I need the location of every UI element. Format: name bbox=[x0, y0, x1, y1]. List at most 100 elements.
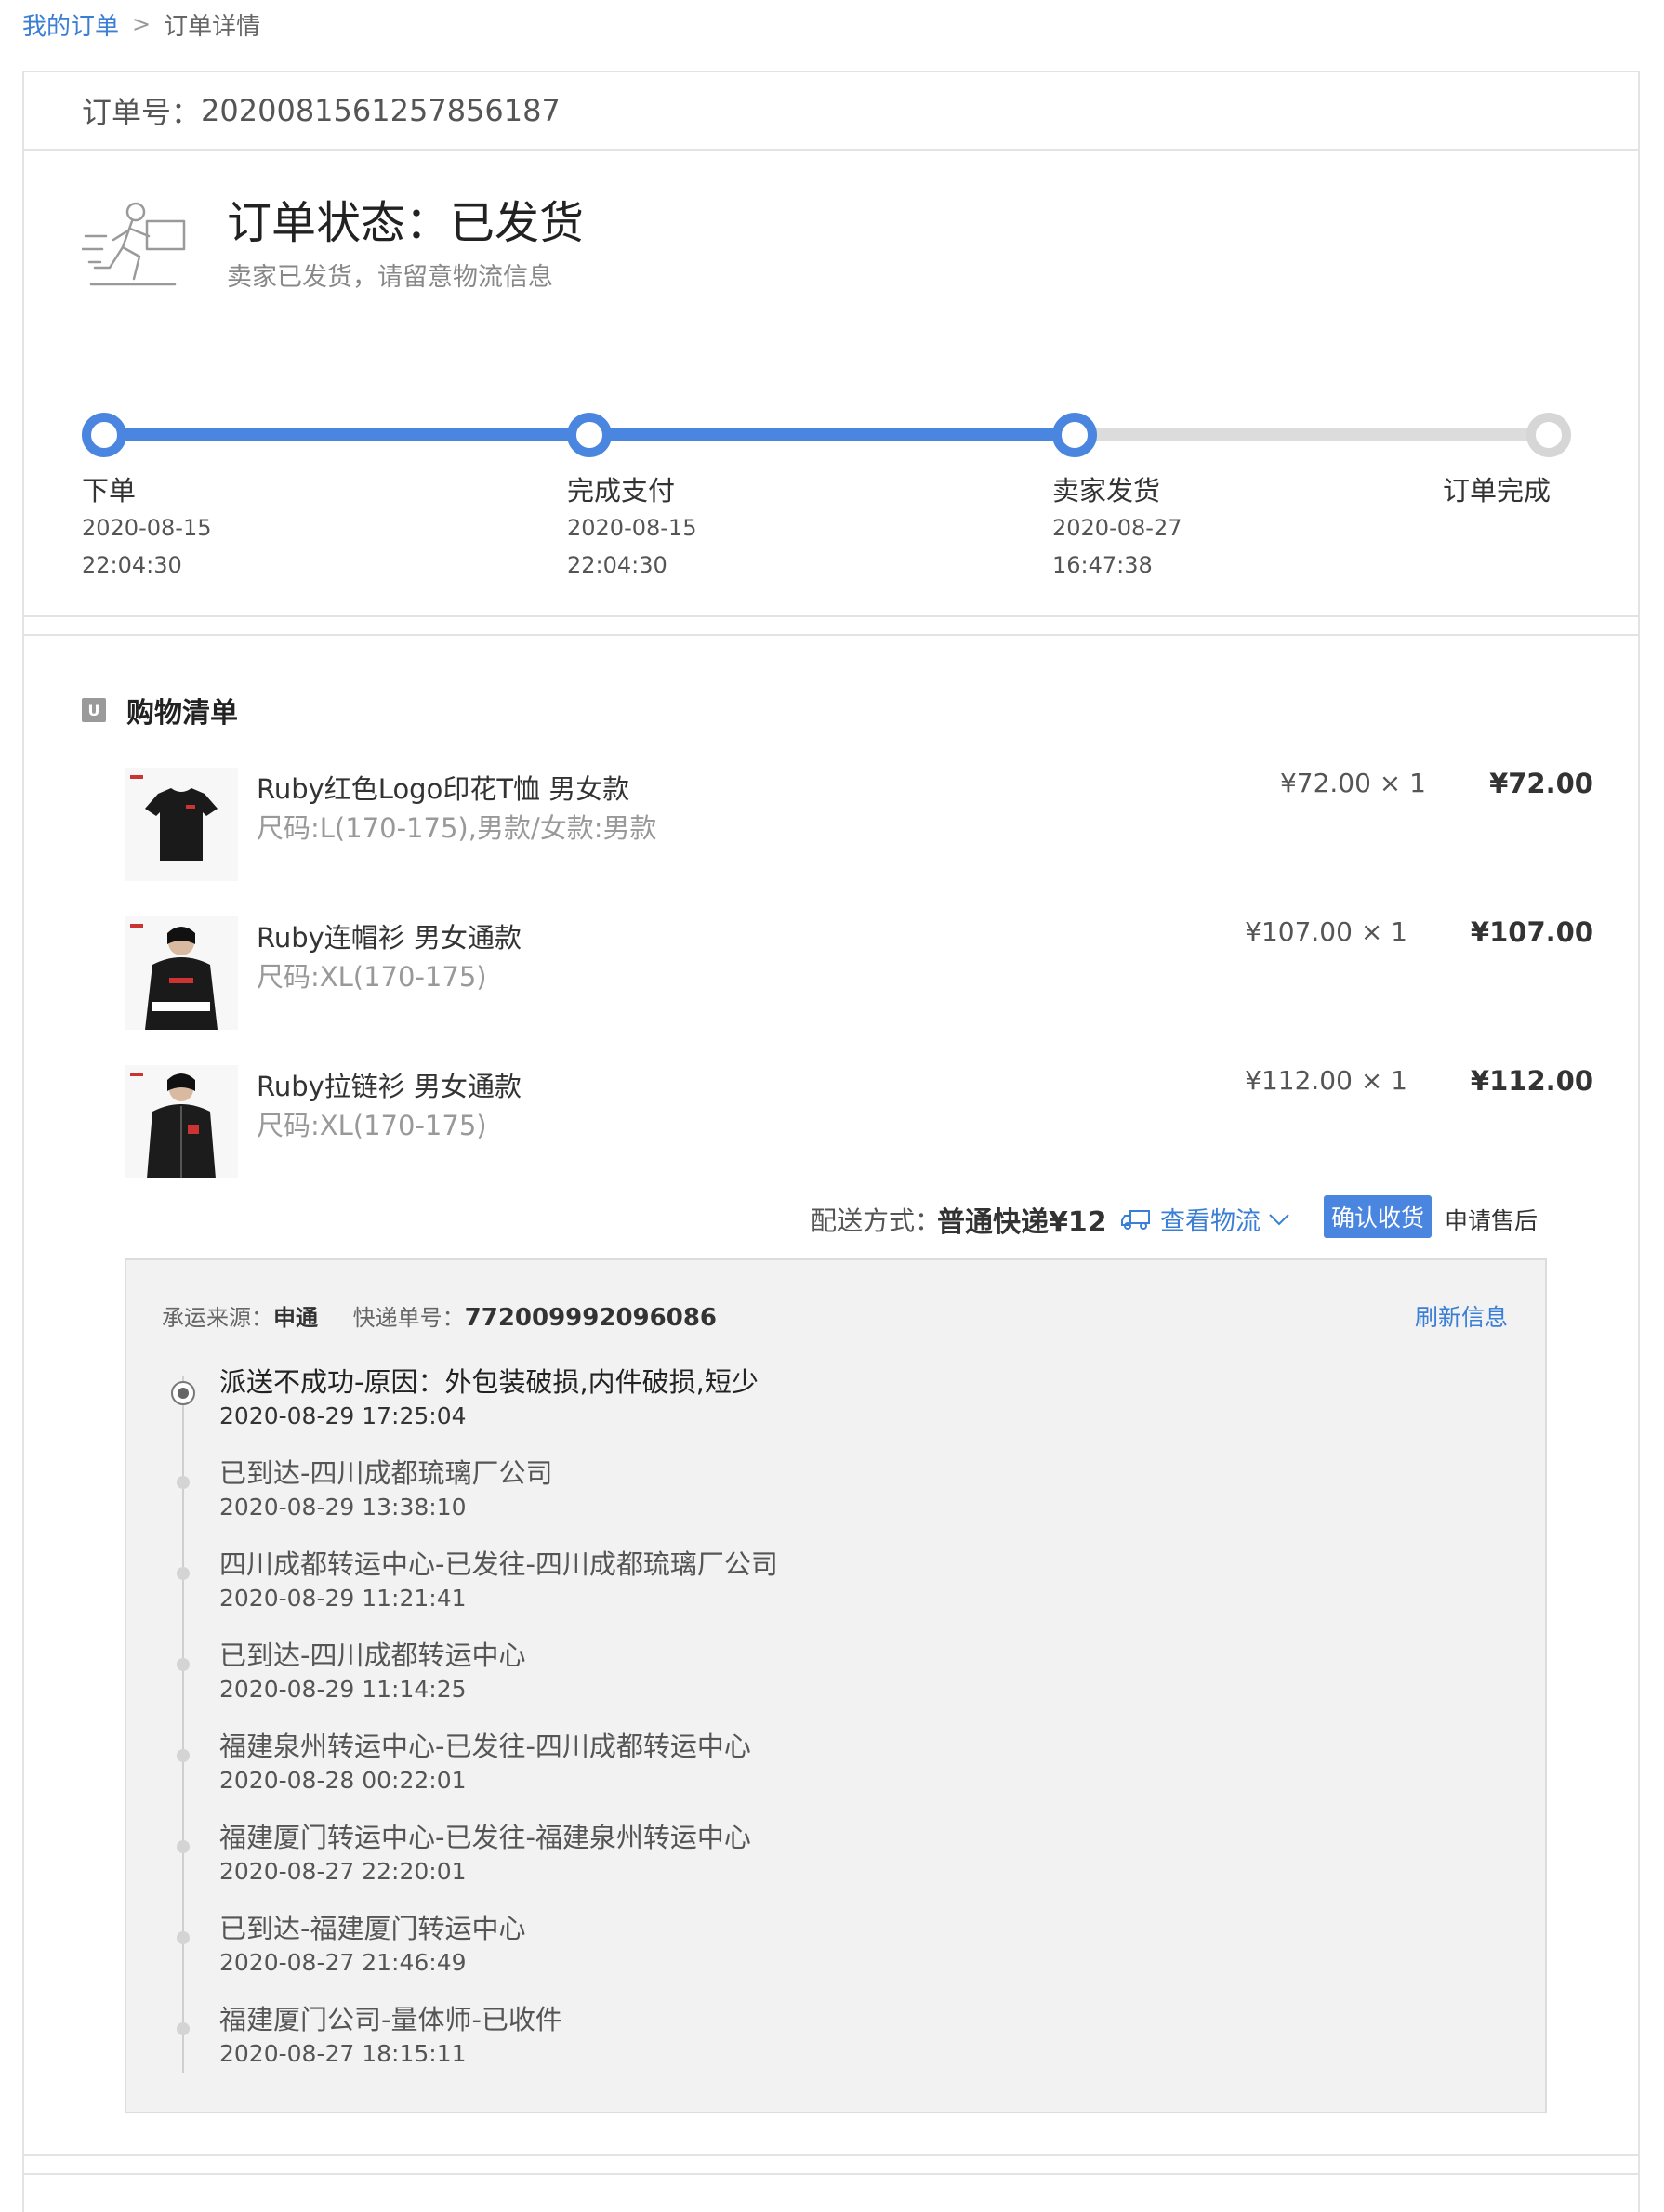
item-total: ¥72.00 bbox=[1489, 768, 1593, 799]
event-time: 2020-08-27 21:46:49 bbox=[219, 1949, 467, 1976]
order-status-title: 订单状态：已发货 bbox=[227, 197, 585, 249]
step-paid: 完成支付 2020-08-15 22:04:30 bbox=[567, 472, 696, 584]
item-spec: 尺码:XL(170-175) bbox=[257, 961, 487, 993]
refresh-info-link[interactable]: 刷新信息 bbox=[1415, 1299, 1508, 1333]
logistics-event: 派送不成功-原因：外包装破损,内件破损,短少 2020-08-29 17:25:… bbox=[219, 1364, 759, 1433]
item-unit-price: ¥112.00 × 1 bbox=[1245, 1065, 1407, 1096]
logistics-event: 福建厦门公司-量体师-已收件 2020-08-27 18:15:11 bbox=[219, 2002, 562, 2071]
step-date: 2020-08-15 bbox=[567, 515, 697, 541]
step-label: 卖家发货 bbox=[1052, 475, 1161, 507]
step-time: 16:47:38 bbox=[1052, 552, 1153, 578]
item-total: ¥112.00 bbox=[1470, 1065, 1593, 1097]
timeline-dot-icon bbox=[177, 2022, 190, 2035]
step-time: 22:04:30 bbox=[82, 552, 182, 578]
tracking-number: 772009992096086 bbox=[464, 1304, 718, 1332]
item-unit-price: ¥72.00 × 1 bbox=[1279, 768, 1426, 798]
step-label: 完成支付 bbox=[567, 475, 676, 507]
cart-item: Ruby连帽衫 男女通款 尺码:XL(170-175) ¥107.00 × 1 … bbox=[125, 916, 1593, 1030]
step-node-completed bbox=[1526, 413, 1571, 457]
zip-jacket-icon[interactable] bbox=[125, 1065, 238, 1178]
event-time: 2020-08-29 11:14:25 bbox=[219, 1676, 467, 1703]
logistics-panel: 承运来源：申通 快递单号：772009992096086 刷新信息 派送不成功-… bbox=[125, 1258, 1547, 2113]
cart-item: Ruby红色Logo印花T恤 男女款 尺码:L(170-175),男款/女款:男… bbox=[125, 768, 1593, 881]
order-progress: 下单 2020-08-15 22:04:30 完成支付 2020-08-15 2… bbox=[82, 413, 1571, 645]
event-text: 已到达-四川成都转运中心 bbox=[219, 1639, 526, 1671]
chevron-down-icon bbox=[1269, 1213, 1289, 1225]
event-time: 2020-08-29 13:38:10 bbox=[219, 1494, 467, 1521]
shopping-list-label: 购物清单 bbox=[126, 697, 238, 730]
section-divider bbox=[24, 634, 1638, 636]
step-label: 订单完成 bbox=[1442, 475, 1551, 507]
after-sale-link[interactable]: 申请售后 bbox=[1445, 1203, 1538, 1236]
timeline-dot-icon bbox=[177, 1476, 190, 1489]
timeline-dot-icon bbox=[177, 1658, 190, 1671]
order-number: 2020081561257856187 bbox=[201, 93, 561, 128]
event-time: 2020-08-29 17:25:04 bbox=[219, 1402, 467, 1429]
step-time: 22:04:30 bbox=[567, 552, 667, 578]
timeline-dot-icon bbox=[177, 1840, 190, 1853]
item-total: ¥107.00 bbox=[1470, 916, 1593, 948]
section-divider bbox=[24, 615, 1638, 617]
event-time: 2020-08-29 11:21:41 bbox=[219, 1585, 467, 1612]
carrier-label: 承运来源： bbox=[162, 1305, 273, 1331]
view-logistics-label: 查看物流 bbox=[1160, 1207, 1261, 1236]
breadcrumb-separator-icon: > bbox=[132, 11, 152, 37]
event-text: 已到达-四川成都琉璃厂公司 bbox=[219, 1457, 553, 1489]
timeline-current-dot-icon bbox=[171, 1381, 195, 1405]
view-logistics-link[interactable]: 查看物流 bbox=[1121, 1201, 1290, 1237]
step-shipped: 卖家发货 2020-08-27 16:47:38 bbox=[1052, 472, 1182, 584]
confirm-receipt-button[interactable]: 确认收货 bbox=[1324, 1195, 1432, 1238]
delivery-runner-icon bbox=[82, 202, 186, 286]
logistics-event: 已到达-福建厦门转运中心 2020-08-27 21:46:49 bbox=[219, 1911, 525, 1980]
step-node-paid bbox=[567, 413, 612, 457]
item-name[interactable]: Ruby红色Logo印花T恤 男女款 bbox=[257, 768, 629, 807]
event-time: 2020-08-27 18:15:11 bbox=[219, 2040, 467, 2067]
breadcrumb: 我的订单 > 订单详情 bbox=[22, 7, 260, 41]
logistics-event: 已到达-四川成都琉璃厂公司 2020-08-29 13:38:10 bbox=[219, 1455, 552, 1524]
step-label: 下单 bbox=[82, 475, 137, 507]
carrier-name: 申通 bbox=[273, 1305, 318, 1331]
item-name[interactable]: Ruby拉链衫 男女通款 bbox=[257, 1065, 522, 1104]
item-spec: 尺码:L(170-175),男款/女款:男款 bbox=[257, 812, 657, 844]
breadcrumb-current: 订单详情 bbox=[164, 12, 261, 41]
logistics-event: 福建泉州转运中心-已发往-四川成都转运中心 2020-08-28 00:22:0… bbox=[219, 1729, 751, 1797]
step-node-shipped bbox=[1052, 413, 1097, 457]
event-time: 2020-08-27 22:20:01 bbox=[219, 1858, 467, 1885]
timeline-dot-icon bbox=[177, 1749, 190, 1762]
section-divider bbox=[24, 2154, 1638, 2156]
item-unit-price: ¥107.00 × 1 bbox=[1245, 916, 1407, 947]
shopping-list-title: U 购物清单 bbox=[82, 690, 238, 731]
order-status-subtitle: 卖家已发货，请留意物流信息 bbox=[227, 263, 553, 292]
item-name[interactable]: Ruby连帽衫 男女通款 bbox=[257, 916, 522, 955]
breadcrumb-my-orders-link[interactable]: 我的订单 bbox=[22, 7, 119, 42]
hoodie-icon[interactable] bbox=[125, 916, 238, 1030]
order-detail-card: 订单号： 2020081561257856187 订单状态：已发货 卖家已发货，… bbox=[22, 71, 1640, 2212]
item-spec: 尺码:XL(170-175) bbox=[257, 1110, 487, 1141]
event-text: 已到达-福建厦门转运中心 bbox=[219, 1913, 526, 1944]
shipping-method-label: 配送方式： bbox=[811, 1205, 942, 1236]
step-date: 2020-08-27 bbox=[1052, 515, 1182, 541]
tracking-label: 快递单号： bbox=[352, 1305, 465, 1331]
order-number-bar: 订单号： 2020081561257856187 bbox=[24, 72, 1638, 151]
event-text: 四川成都转运中心-已发往-四川成都琉璃厂公司 bbox=[219, 1548, 778, 1580]
progress-track-remaining bbox=[1075, 428, 1549, 441]
event-time: 2020-08-28 00:22:01 bbox=[219, 1767, 467, 1794]
step-ordered: 下单 2020-08-15 22:04:30 bbox=[82, 472, 211, 584]
logistics-event: 已到达-四川成都转运中心 2020-08-29 11:14:25 bbox=[219, 1638, 525, 1706]
shipping-method-value: 普通快递¥12 bbox=[937, 1206, 1107, 1239]
step-node-ordered bbox=[82, 413, 126, 457]
timeline-dot-icon bbox=[177, 1931, 190, 1944]
shopping-bag-icon: U bbox=[82, 698, 106, 722]
step-completed: 订单完成 bbox=[1439, 472, 1551, 509]
shipping-bar: 配送方式： 普通快递¥12 查看物流 确认收货 申请售后 bbox=[24, 1195, 1638, 1242]
timeline-dot-icon bbox=[177, 1567, 190, 1580]
event-text: 福建泉州转运中心-已发往-四川成都转运中心 bbox=[219, 1731, 751, 1762]
tshirt-icon[interactable] bbox=[125, 768, 238, 881]
order-number-label: 订单号： bbox=[82, 95, 202, 130]
logistics-event: 福建厦门转运中心-已发往-福建泉州转运中心 2020-08-27 22:20:0… bbox=[219, 1820, 751, 1889]
event-text: 派送不成功-原因：外包装破损,内件破损,短少 bbox=[219, 1366, 759, 1398]
step-date: 2020-08-15 bbox=[82, 515, 212, 541]
event-text: 福建厦门公司-量体师-已收件 bbox=[219, 2004, 562, 2035]
cart-item: Ruby拉链衫 男女通款 尺码:XL(170-175) ¥112.00 × 1 … bbox=[125, 1065, 1593, 1178]
logistics-event: 四川成都转运中心-已发往-四川成都琉璃厂公司 2020-08-29 11:21:… bbox=[219, 1547, 778, 1615]
